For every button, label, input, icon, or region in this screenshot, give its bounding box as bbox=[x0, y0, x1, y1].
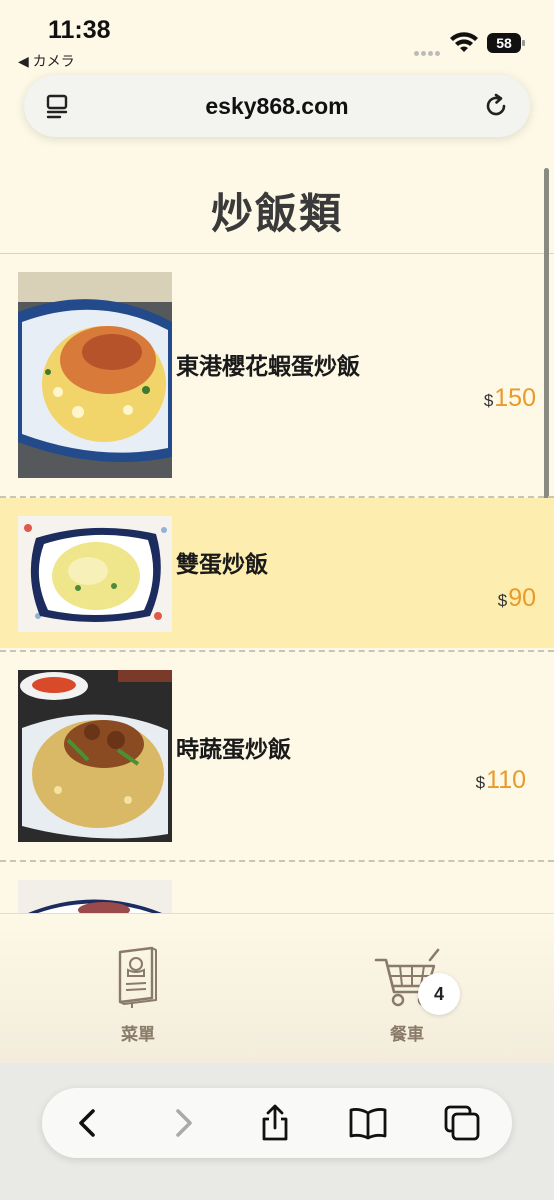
price-value: 110 bbox=[486, 766, 526, 794]
battery-icon: 58 bbox=[487, 33, 525, 53]
food-photo bbox=[18, 880, 172, 913]
tabs-icon[interactable] bbox=[442, 1103, 482, 1143]
item-price: $150 bbox=[484, 384, 536, 413]
share-icon[interactable] bbox=[255, 1103, 295, 1143]
wifi-icon bbox=[450, 32, 478, 52]
food-photo bbox=[18, 272, 172, 478]
browser-toolbar bbox=[0, 1063, 554, 1200]
item-price: $110 bbox=[476, 766, 526, 795]
menu-book-icon bbox=[118, 946, 157, 1008]
cart-count-badge: 4 bbox=[418, 973, 460, 1015]
back-icon[interactable] bbox=[68, 1103, 108, 1143]
item-price: $90 bbox=[498, 584, 536, 613]
tab-menu[interactable]: 菜單 bbox=[108, 944, 168, 1044]
food-photo bbox=[18, 516, 172, 632]
page-title: 炒飯類 bbox=[210, 189, 343, 238]
back-to-app-link[interactable]: ◀ カメラ bbox=[18, 51, 75, 71]
address-bar[interactable]: esky868.com bbox=[24, 75, 530, 137]
currency-symbol: $ bbox=[475, 773, 486, 792]
menu-item[interactable]: 時蔬蛋炒飯 $110 bbox=[0, 652, 544, 858]
tab-menu-label: 菜單 bbox=[121, 1025, 155, 1044]
reload-icon[interactable] bbox=[482, 92, 510, 120]
status-time: 11:38 bbox=[48, 16, 111, 44]
url-text[interactable]: esky868.com bbox=[24, 93, 530, 120]
item-name: 東港櫻花蝦蛋炒飯 bbox=[176, 353, 360, 380]
price-value: 90 bbox=[508, 584, 536, 612]
browser-toolbar-pill bbox=[42, 1088, 512, 1158]
menu-item[interactable]: 雙蛋炒飯 $90 bbox=[0, 498, 554, 648]
currency-symbol: $ bbox=[483, 391, 494, 410]
item-name: 時蔬蛋炒飯 bbox=[176, 736, 291, 763]
tab-cart-label: 餐車 bbox=[390, 1025, 424, 1044]
site-tabbar: 菜單 餐車 bbox=[0, 913, 554, 1064]
status-bar: 11:38 ◀ カメラ 58 bbox=[0, 0, 554, 70]
cellular-signal-icon bbox=[414, 43, 444, 56]
food-photo bbox=[18, 670, 172, 842]
item-name: 雙蛋炒飯 bbox=[176, 551, 268, 578]
bookmarks-icon[interactable] bbox=[348, 1103, 388, 1143]
menu-item[interactable] bbox=[0, 862, 544, 913]
menu-item[interactable]: 東港櫻花蝦蛋炒飯 $150 bbox=[0, 254, 544, 496]
price-value: 150 bbox=[494, 384, 536, 412]
currency-symbol: $ bbox=[497, 591, 508, 610]
forward-icon bbox=[176, 1109, 192, 1137]
